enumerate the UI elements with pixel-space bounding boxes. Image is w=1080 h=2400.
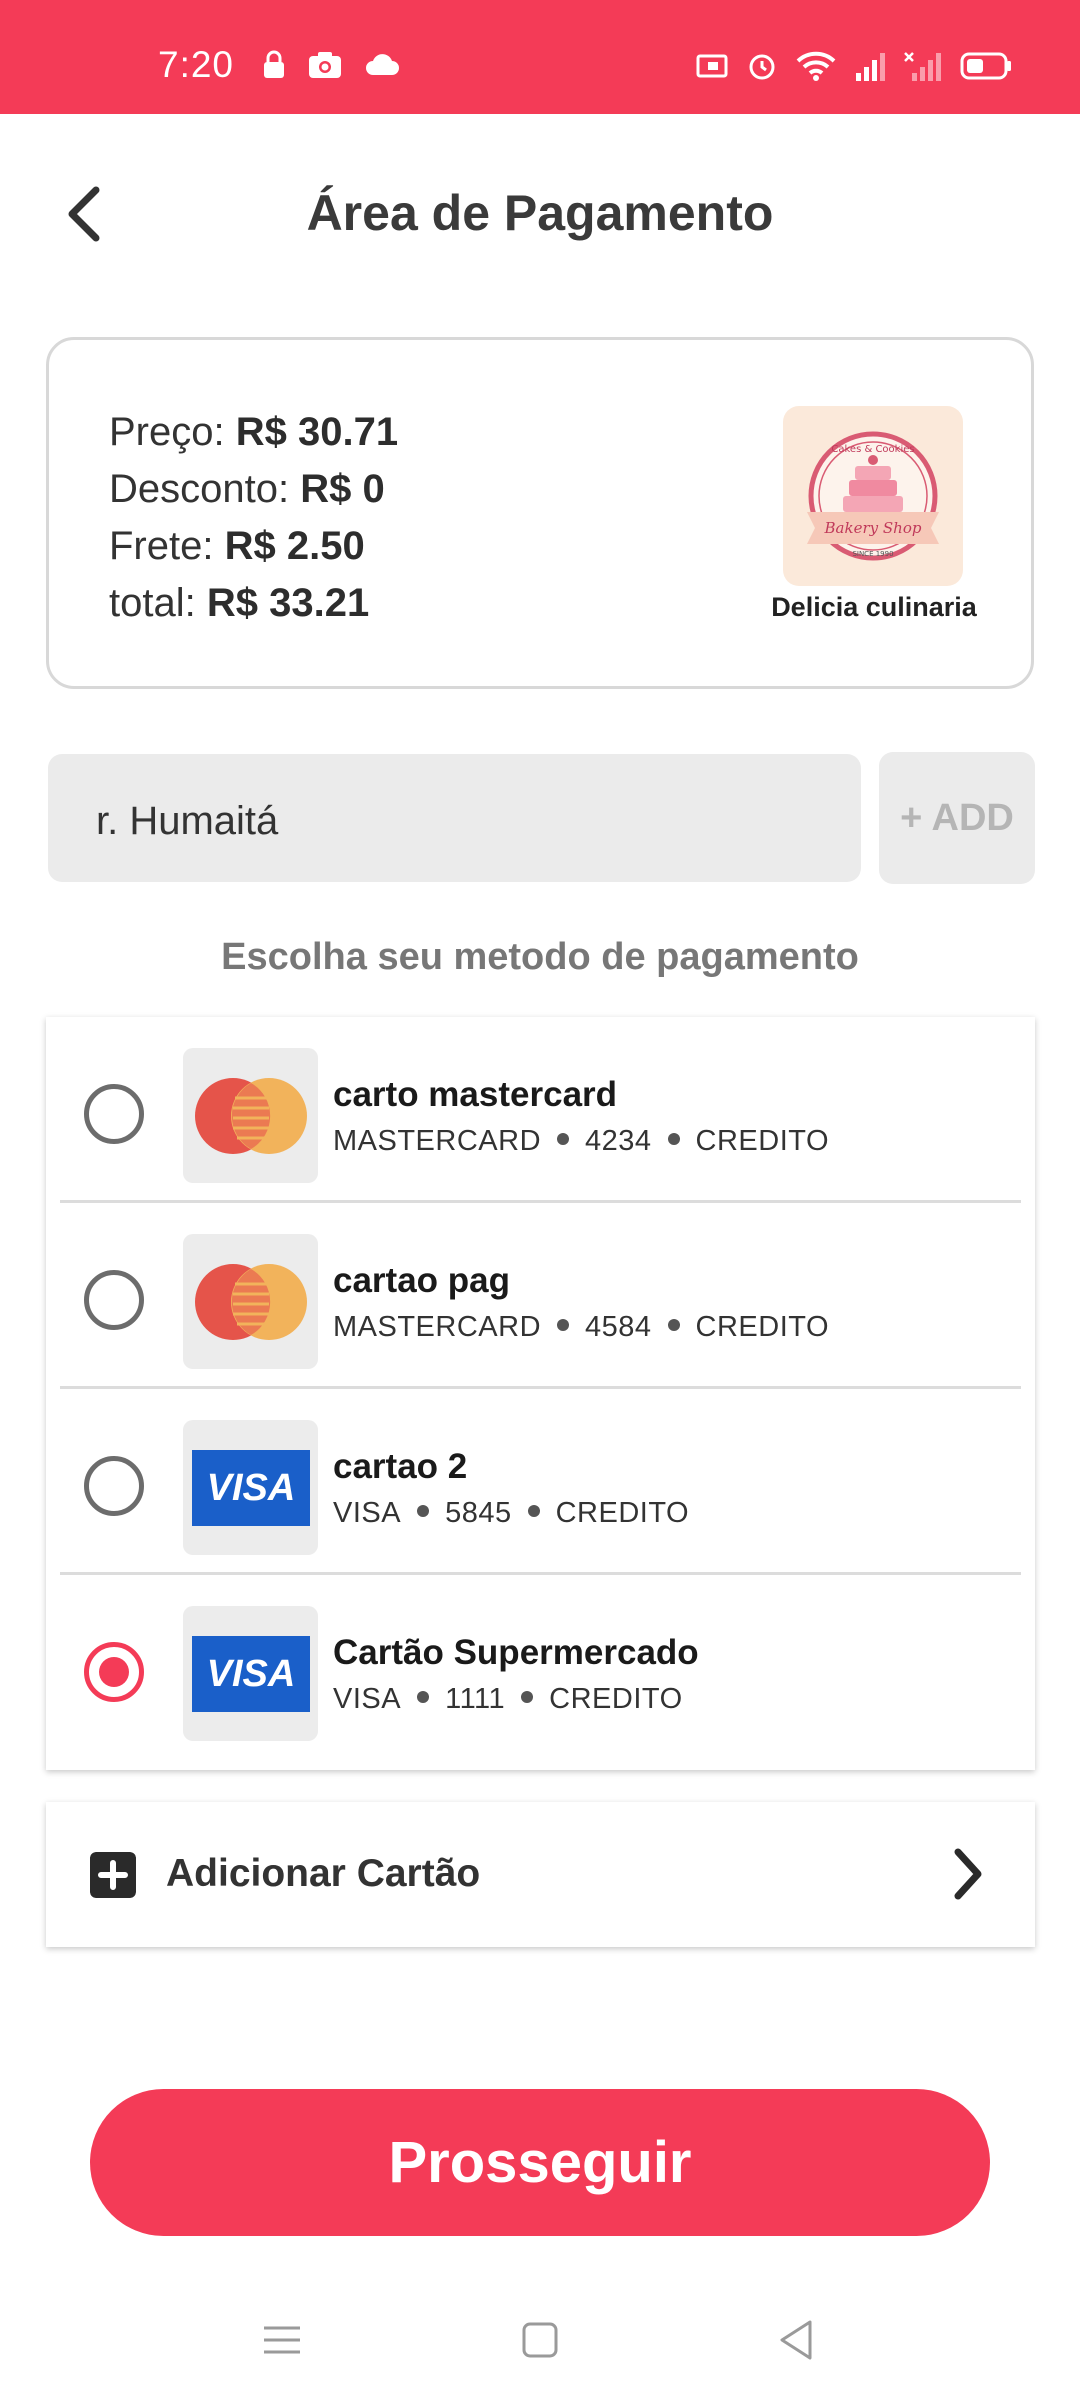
discount-line: Desconto: R$ 0 (109, 461, 398, 518)
signal-off-icon (904, 52, 941, 81)
price-value: R$ 30.71 (235, 410, 399, 454)
discount-label: Desconto: (109, 467, 290, 511)
status-time: 7:20 (158, 44, 235, 85)
separator-dot (417, 1505, 430, 1518)
card-brand: MASTERCARD (333, 1311, 542, 1343)
card-meta: VISA 5845 CREDITO (333, 1497, 689, 1530)
separator-dot (557, 1133, 570, 1146)
status-left-icons (262, 50, 402, 80)
separator-dot (557, 1319, 570, 1332)
card-last4: 5845 (445, 1497, 512, 1529)
svg-text:SINCE 1990: SINCE 1990 (852, 550, 893, 558)
home-square-icon[interactable] (510, 2310, 570, 2370)
wifi-icon (796, 51, 836, 81)
separator-dot (521, 1691, 534, 1704)
card-meta: MASTERCARD 4584 CREDITO (333, 1311, 829, 1344)
payment-cards-list: carto mastercard MASTERCARD 4234 CREDITO car… (46, 1017, 1035, 1770)
proceed-button[interactable]: Prosseguir (90, 2089, 990, 2236)
chevron-right-icon (954, 1848, 982, 1900)
bakery-logo-icon: Bakery Shop Cakes & Cookies SINCE 1990 (807, 431, 939, 561)
shop-logo: Bakery Shop Cakes & Cookies SINCE 1990 (783, 406, 963, 586)
status-bar: 7:20 (0, 0, 1080, 114)
card-last4: 4584 (585, 1311, 652, 1343)
lock-icon (264, 50, 284, 78)
shipping-label: Frete: (109, 524, 214, 568)
card-kind: CREDITO (695, 1125, 830, 1157)
battery-icon (960, 52, 1011, 80)
camera-icon (309, 52, 341, 78)
total-value: R$ 33.21 (206, 581, 370, 625)
card-last4: 1111 (445, 1683, 506, 1715)
shop-name: Delicia culinaria (771, 592, 977, 622)
alarm-icon (749, 54, 775, 80)
system-nav-bar (0, 2290, 1080, 2400)
radio-unselected[interactable] (84, 1084, 144, 1144)
svg-text:VISA: VISA (206, 1653, 295, 1695)
header: Área de Pagamento (0, 114, 1080, 310)
discount-value: R$ 0 (300, 467, 385, 511)
back-triangle-icon[interactable] (766, 2310, 826, 2370)
card-name: carto mastercard (333, 1075, 618, 1114)
order-summary-lines: Preço: R$ 30.71 Desconto: R$ 0 Frete: R$… (109, 404, 398, 632)
payment-card-row[interactable]: cartao pag MASTERCARD 4584 CREDITO (46, 1203, 1035, 1389)
card-last4: 4234 (585, 1125, 652, 1157)
card-brand: MASTERCARD (333, 1125, 542, 1157)
card-meta: MASTERCARD 4234 CREDITO (333, 1125, 829, 1158)
plus-square-icon (90, 1852, 136, 1898)
page-title: Área de Pagamento (306, 185, 774, 241)
card-name: Cartão Supermercado (333, 1633, 699, 1672)
add-address-button[interactable]: + ADD (879, 752, 1035, 884)
payment-section-label: Escolha seu metodo de pagamento (221, 936, 859, 978)
price-line: Preço: R$ 30.71 (109, 404, 398, 461)
svg-text:VISA: VISA (206, 1467, 295, 1509)
price-label: Preço: (109, 410, 225, 454)
mastercard-logo-icon (183, 1234, 318, 1369)
separator-dot (527, 1505, 540, 1518)
visa-logo-icon: VISA (183, 1606, 318, 1741)
separator-dot (667, 1133, 680, 1146)
payment-card-row[interactable]: VISA Cartão Supermercado VISA 1111 CREDITO (46, 1575, 1035, 1761)
payment-card-row[interactable]: carto mastercard MASTERCARD 4234 CREDITO (46, 1017, 1035, 1203)
status-right-icons (696, 50, 1012, 82)
card-kind: CREDITO (555, 1497, 690, 1529)
card-kind: CREDITO (549, 1683, 683, 1715)
separator-dot (417, 1691, 430, 1704)
order-summary-card: Preço: R$ 30.71 Desconto: R$ 0 Frete: R$… (46, 337, 1034, 689)
card-brand: VISA (333, 1683, 402, 1715)
mastercard-logo-icon (183, 1048, 318, 1183)
svg-text:Cakes & Cookies: Cakes & Cookies (831, 444, 914, 455)
card-brand: VISA (333, 1497, 402, 1529)
card-kind: CREDITO (695, 1311, 830, 1343)
shipping-line: Frete: R$ 2.50 (109, 518, 398, 575)
cloud-icon (366, 54, 399, 75)
svg-text:Bakery Shop: Bakery Shop (824, 519, 922, 537)
visa-logo-icon: VISA (183, 1420, 318, 1555)
shipping-value: R$ 2.50 (224, 524, 365, 568)
total-line: total: R$ 33.21 (109, 575, 398, 632)
radio-unselected[interactable] (84, 1270, 144, 1330)
cast-icon (696, 54, 728, 78)
card-name: cartao pag (333, 1261, 510, 1300)
radio-selected[interactable] (84, 1642, 144, 1702)
radio-unselected[interactable] (84, 1456, 144, 1516)
separator-dot (667, 1319, 680, 1332)
add-card-label: Adicionar Cartão (166, 1852, 481, 1895)
address-input[interactable]: r. Humaitá (48, 754, 861, 882)
signal-icon (856, 53, 885, 81)
card-meta: VISA 1111 CREDITO (333, 1683, 683, 1716)
menu-icon[interactable] (252, 2310, 312, 2370)
payment-card-row[interactable]: VISA cartao 2 VISA 5845 CREDITO (46, 1389, 1035, 1575)
total-label: total: (109, 581, 196, 625)
card-name: cartao 2 (333, 1447, 468, 1486)
add-card-button[interactable]: Adicionar Cartão (46, 1802, 1035, 1947)
